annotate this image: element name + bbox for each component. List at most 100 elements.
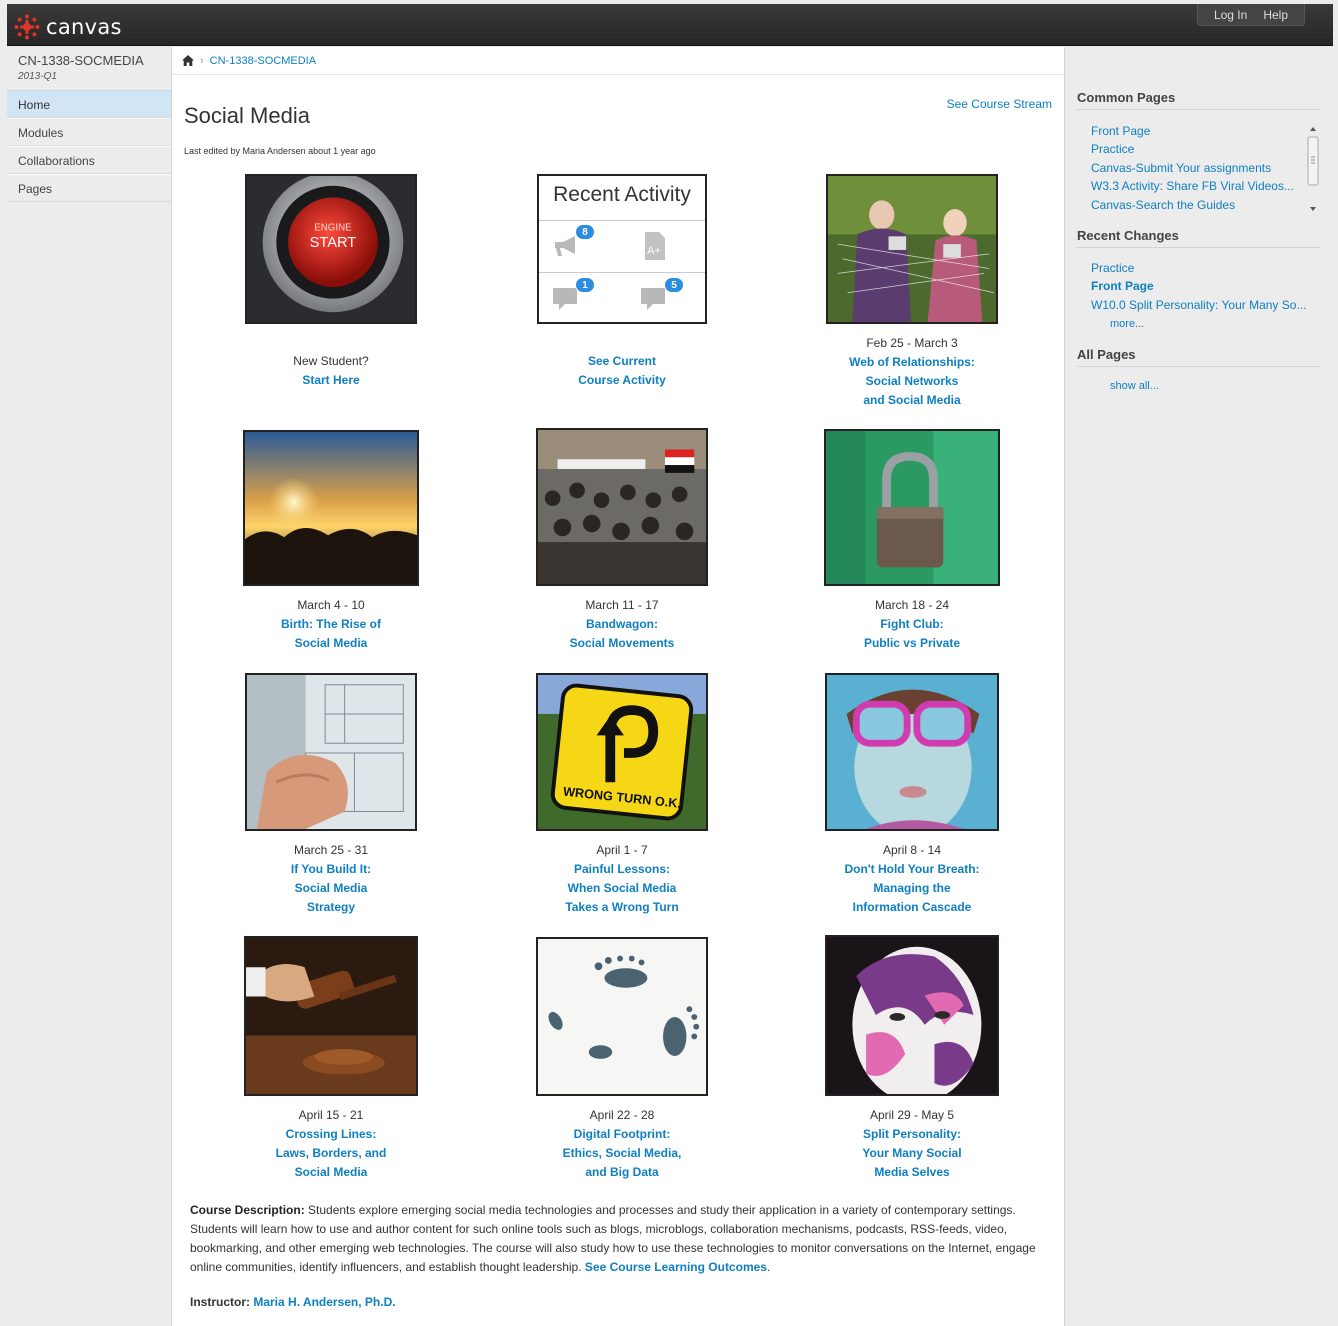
tile-line[interactable]: Your Many Social [767,1144,1057,1163]
nav-item-home[interactable]: Home [7,90,171,118]
canvas-logo[interactable]: canvas [14,14,122,40]
tile-line[interactable]: Managing the [767,879,1057,898]
tile-line[interactable]: Social Media [186,1163,476,1182]
tile-line[interactable]: Don't Hold Your Breath: [767,860,1057,879]
tile-line[interactable]: When Social Media [477,879,767,898]
tile-line[interactable]: Fight Club: [767,615,1057,634]
tile-date: March 11 - 17 [585,598,659,612]
instructor-info: Instructor: Maria H. Andersen, Ph.D. [190,1295,396,1309]
padlock-photo[interactable] [824,429,1000,586]
tile-line[interactable]: Course Activity [477,371,767,390]
tile-line[interactable]: Ethics, Social Media, [477,1144,767,1163]
tile-if-you-build-it: March 25 - 31 If You Build It: Social Me… [186,673,476,917]
common-page-link[interactable]: W3.3 Activity: Share FB Viral Videos... [1091,179,1303,193]
nav-item-pages[interactable]: Pages [7,174,171,202]
nav-item-modules[interactable]: Modules [7,118,171,146]
tile-web-of-relationships: Feb 25 - March 3 Web of Relationships: S… [767,174,1057,410]
tile-date: April 29 - May 5 [869,1108,955,1122]
svg-text:A+: A+ [647,245,661,257]
breadcrumb-separator-icon: › [200,54,204,67]
common-page-link[interactable]: Canvas-Search the Guides [1091,198,1303,212]
tile-line[interactable]: See Current [477,352,767,371]
course-code: CN-1338-SOCMEDIA [18,53,144,68]
tile-line[interactable]: Digital Footprint: [477,1125,767,1144]
logo-text: canvas [46,15,122,39]
course-term: 2013-Q1 [18,71,57,82]
tile-line[interactable]: If You Build It: [186,860,476,879]
tile-line[interactable]: Birth: The Rise of [186,615,476,634]
main-content: › CN-1338-SOCMEDIA Social Media See Cour… [171,47,1065,1326]
start-label: START [310,235,357,251]
face-paint-photo[interactable] [825,935,999,1096]
course-description-label: Course Description: [190,1203,305,1217]
tile-line[interactable]: Social Media [186,634,476,653]
tile-line[interactable]: Media Selves [767,1163,1057,1182]
see-course-stream-link[interactable]: See Course Stream [947,97,1052,111]
header-links: Log In Help [1196,4,1305,26]
tile-line[interactable]: and Social Media [767,391,1057,410]
tile-line[interactable]: Public vs Private [767,634,1057,653]
tile-line[interactable]: Web of Relationships: [767,353,1057,372]
tile-line[interactable]: Information Cascade [767,898,1057,917]
snorkel-girl-photo[interactable] [825,673,999,831]
home-icon[interactable] [182,55,194,66]
tile-dont-hold-breath: April 8 - 14 Don't Hold Your Breath: Man… [767,673,1057,917]
tile-digital-footprint: April 22 - 28 Digital Footprint: Ethics,… [477,937,767,1182]
footprints-image[interactable] [536,937,708,1096]
breadcrumb-course-link[interactable]: CN-1338-SOCMEDIA [210,55,316,67]
login-link[interactable]: Log In [1214,8,1247,22]
tile-line[interactable]: Bandwagon: [477,615,767,634]
wrong-turn-sign-photo[interactable]: WRONG TURN O.K. [536,673,708,831]
engine-start-image[interactable]: ENGINE START [245,174,417,324]
top-header: canvas Log In Help [7,4,1333,46]
more-link[interactable]: more... [1110,318,1144,330]
common-page-link[interactable]: Practice [1091,142,1303,156]
sunrise-photo[interactable] [243,430,419,586]
start-here-link[interactable]: Start Here [302,373,359,387]
tile-birth-rise: March 4 - 10 Birth: The Rise of Social M… [186,430,476,653]
recent-activity-title: Recent Activity [553,183,691,206]
tile-line[interactable]: Social Media [186,879,476,898]
tile-line[interactable]: Split Personality: [767,1125,1057,1144]
tile-date: Feb 25 - March 3 [866,336,958,350]
common-pages-scrollbar[interactable] [1306,123,1320,215]
recent-change-link[interactable]: Practice [1091,261,1316,275]
recent-activity-image[interactable]: Recent Activity 8 A+ 1 5 [537,174,707,324]
common-page-link[interactable]: Canvas-Submit Your assignments [1091,161,1303,175]
common-page-link[interactable]: Front Page [1091,124,1303,138]
instructor-link[interactable]: Maria H. Andersen, Ph.D. [253,1295,395,1309]
tile-line[interactable]: Painful Lessons: [477,860,767,879]
blueprint-hand-photo[interactable] [245,673,417,831]
course-title-box[interactable]: CN-1338-SOCMEDIA 2013-Q1 [7,47,171,90]
tile-date: April 8 - 14 [882,843,942,857]
recent-change-link[interactable]: Front Page [1091,279,1316,293]
help-link[interactable]: Help [1263,8,1288,22]
engine-label: ENGINE [314,223,352,234]
all-pages-heading: All Pages [1077,347,1320,367]
course-description: Course Description: Students explore eme… [190,1201,1055,1277]
tile-date: March 25 - 31 [293,843,369,857]
common-pages-heading: Common Pages [1077,90,1320,110]
assignment-icon: A+ [645,232,665,260]
last-edited-info: Last edited by Maria Andersen about 1 ye… [184,146,376,156]
learning-outcomes-link[interactable]: See Course Learning Outcomes [585,1260,767,1274]
tile-line[interactable]: Strategy [186,898,476,917]
tile-line[interactable]: and Big Data [477,1163,767,1182]
tile-line[interactable]: Social Movements [477,634,767,653]
tile-line[interactable]: Laws, Borders, and [186,1144,476,1163]
nav-item-collaborations[interactable]: Collaborations [7,146,171,174]
gavel-photo[interactable] [244,936,418,1096]
tile-line[interactable]: Takes a Wrong Turn [477,898,767,917]
tile-line[interactable]: Crossing Lines: [186,1125,476,1144]
course-description-end: . [766,1260,771,1274]
protest-crowd-photo[interactable] [536,428,708,586]
recent-changes-heading: Recent Changes [1077,228,1320,248]
show-all-link[interactable]: show all... [1110,380,1159,392]
tile-fight-club: March 18 - 24 Fight Club: Public vs Priv… [767,429,1057,653]
course-navigation: CN-1338-SOCMEDIA 2013-Q1 Home Modules Co… [7,47,171,202]
tile-date: April 22 - 28 [589,1108,655,1122]
yarn-web-photo[interactable] [826,174,998,324]
recent-change-link[interactable]: W10.0 Split Personality: Your Many So... [1091,298,1316,312]
tile-line[interactable]: Social Networks [767,372,1057,391]
tile-crossing-lines: April 15 - 21 Crossing Lines: Laws, Bord… [186,936,476,1182]
